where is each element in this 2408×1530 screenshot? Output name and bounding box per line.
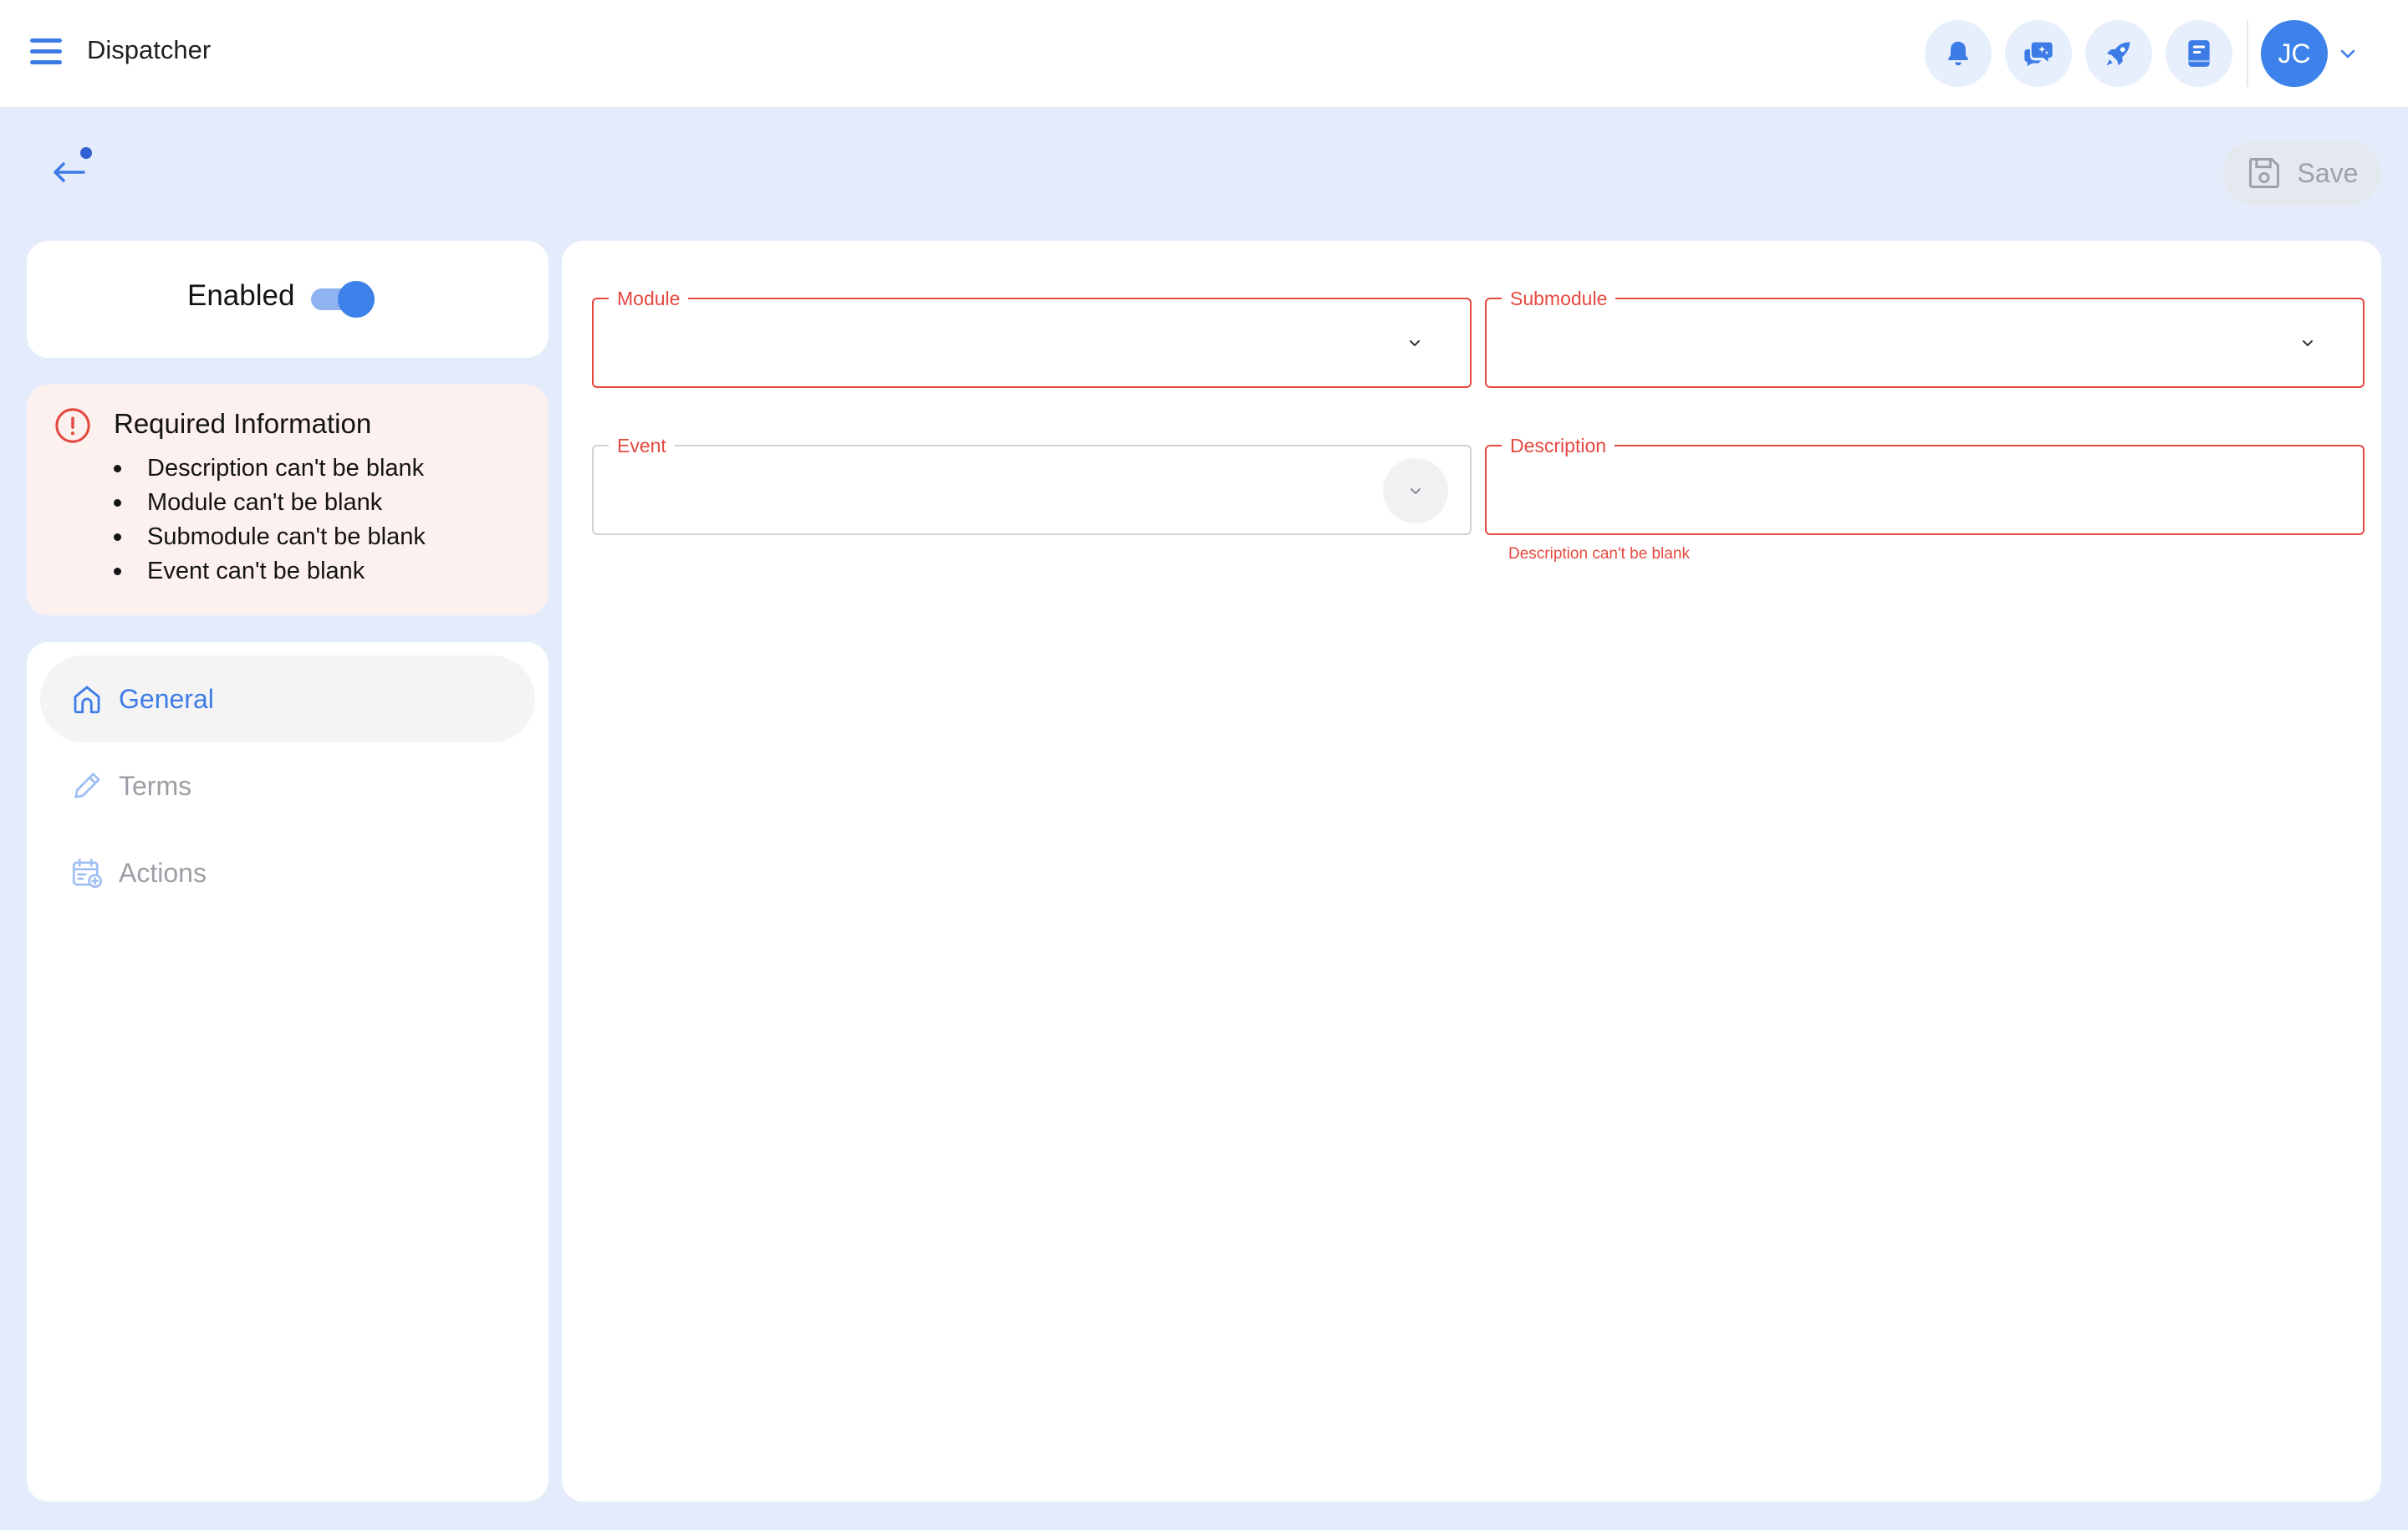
book-icon[interactable] bbox=[2166, 20, 2232, 87]
alert-item: Description can't be blank bbox=[114, 451, 426, 486]
alert-list: Description can't be blank Module can't … bbox=[114, 451, 426, 589]
nav-item-actions[interactable]: Actions bbox=[40, 829, 535, 916]
bell-icon[interactable] bbox=[1925, 20, 1992, 87]
alert-item: Event can't be blank bbox=[114, 554, 426, 589]
enabled-toggle[interactable] bbox=[309, 281, 375, 318]
alert-item: Module can't be blank bbox=[114, 486, 426, 520]
description-label: Description bbox=[1502, 434, 1615, 457]
rocket-icon[interactable] bbox=[2085, 20, 2152, 87]
menu-icon[interactable] bbox=[30, 38, 62, 65]
enabled-label: Enabled bbox=[187, 279, 295, 312]
description-error: Description can't be blank bbox=[1508, 545, 1690, 563]
nav-item-general[interactable]: General bbox=[40, 655, 535, 742]
save-button[interactable]: Save bbox=[2222, 140, 2381, 206]
chat-sparkle-icon[interactable] bbox=[2005, 20, 2072, 87]
submodule-label: Submodule bbox=[1502, 287, 1616, 310]
avatar[interactable]: JC bbox=[2261, 20, 2328, 87]
alert-circle-icon bbox=[54, 406, 92, 445]
description-field[interactable]: Description bbox=[1485, 434, 2365, 535]
main-panel bbox=[562, 241, 2381, 1502]
chevron-down-icon[interactable] bbox=[2338, 45, 2358, 62]
toggle-thumb bbox=[338, 281, 375, 318]
nav-label: Terms bbox=[119, 770, 192, 801]
chevron-down-icon bbox=[1411, 488, 1421, 494]
top-bar: Dispatcher JC bbox=[0, 0, 2408, 108]
save-label: Save bbox=[2297, 157, 2359, 188]
nav-label: Actions bbox=[119, 857, 207, 888]
save-icon bbox=[2248, 158, 2279, 188]
submodule-select[interactable]: Submodule bbox=[1485, 287, 2365, 388]
chevron-down-icon bbox=[2298, 333, 2318, 353]
module-select[interactable]: Module bbox=[592, 287, 1472, 388]
nav-item-terms[interactable]: Terms bbox=[40, 742, 535, 829]
alert-item: Submodule can't be blank bbox=[114, 520, 426, 554]
event-dropdown-button[interactable] bbox=[1383, 458, 1448, 523]
nav-label: General bbox=[119, 683, 214, 714]
event-label: Event bbox=[609, 434, 675, 457]
calendar-add-icon bbox=[69, 854, 105, 891]
notification-dot bbox=[80, 147, 92, 159]
pencil-icon bbox=[69, 768, 105, 804]
module-label: Module bbox=[609, 287, 689, 310]
home-icon bbox=[69, 681, 105, 717]
alert-title: Required Information bbox=[114, 408, 372, 439]
app-title: Dispatcher bbox=[87, 35, 212, 64]
event-select[interactable]: Event bbox=[592, 434, 1472, 535]
chevron-down-icon bbox=[1405, 333, 1425, 353]
header-divider bbox=[2247, 20, 2248, 87]
